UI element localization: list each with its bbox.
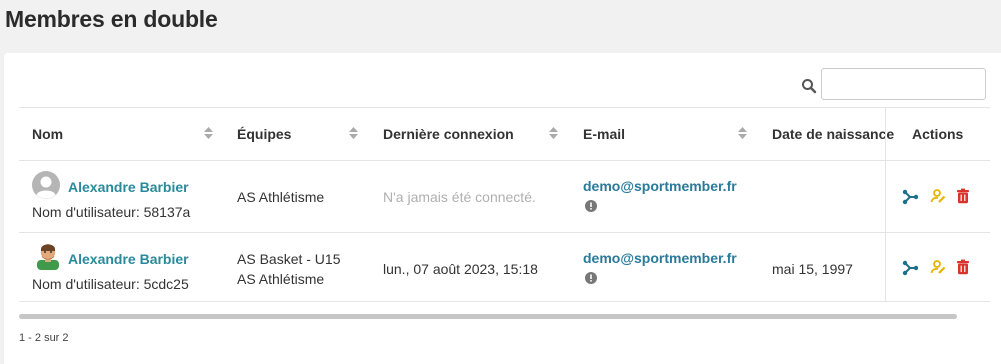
default-avatar-icon <box>32 171 60 199</box>
search-icon <box>802 79 817 94</box>
last-login: N'a jamais été connecté. <box>383 189 536 205</box>
horizontal-scrollbar[interactable] <box>19 314 957 319</box>
birthdate: mai 15, 1997 <box>772 261 853 277</box>
duplicates-card: Nom Équipes Dernière connexion E-mail Da… <box>4 53 1001 364</box>
team-name: AS Athlétisme <box>237 189 325 205</box>
info-icon[interactable] <box>585 200 597 212</box>
page-title: Membres en double <box>5 6 218 32</box>
row-divider <box>19 301 990 302</box>
sort-icon[interactable] <box>349 127 358 139</box>
header-divider <box>19 160 990 161</box>
column-header-name[interactable]: Nom <box>32 108 63 160</box>
members-table: Nom Équipes Dernière connexion E-mail Da… <box>19 107 990 302</box>
email-link[interactable]: demo@sportmember.fr <box>583 250 737 266</box>
delete-icon[interactable] <box>955 188 971 204</box>
sort-icon[interactable] <box>204 127 213 139</box>
merge-icon[interactable] <box>902 260 918 276</box>
username: Nom d'utilisateur: 58137a <box>32 204 191 220</box>
delete-icon[interactable] <box>955 259 971 275</box>
column-header-teams[interactable]: Équipes <box>237 108 291 160</box>
search-input[interactable] <box>821 68 986 100</box>
column-divider <box>885 108 886 302</box>
pagination-info: 1 - 2 sur 2 <box>19 332 69 344</box>
team-name: AS Basket - U15 <box>237 251 341 267</box>
row-divider <box>19 232 990 233</box>
sort-icon[interactable] <box>738 127 747 139</box>
team-name: AS Athlétisme <box>237 271 325 287</box>
member-name-link[interactable]: Alexandre Barbier <box>68 179 189 195</box>
email-link[interactable]: demo@sportmember.fr <box>583 178 737 194</box>
column-header-actions: Actions <box>912 126 964 142</box>
column-header-email[interactable]: E-mail <box>583 108 625 160</box>
merge-icon[interactable] <box>902 189 918 205</box>
edit-member-icon[interactable] <box>930 188 946 204</box>
sort-icon[interactable] <box>549 127 558 139</box>
column-header-birthdate[interactable]: Date de naissance <box>772 108 894 160</box>
member-name-link[interactable]: Alexandre Barbier <box>68 251 189 267</box>
username: Nom d'utilisateur: 5cdc25 <box>32 276 189 292</box>
last-login: lun., 07 août 2023, 15:18 <box>383 261 538 277</box>
column-header-last-login[interactable]: Dernière connexion <box>383 108 514 160</box>
person-avatar-icon <box>37 244 59 270</box>
info-icon[interactable] <box>585 272 597 284</box>
edit-member-icon[interactable] <box>930 259 946 275</box>
